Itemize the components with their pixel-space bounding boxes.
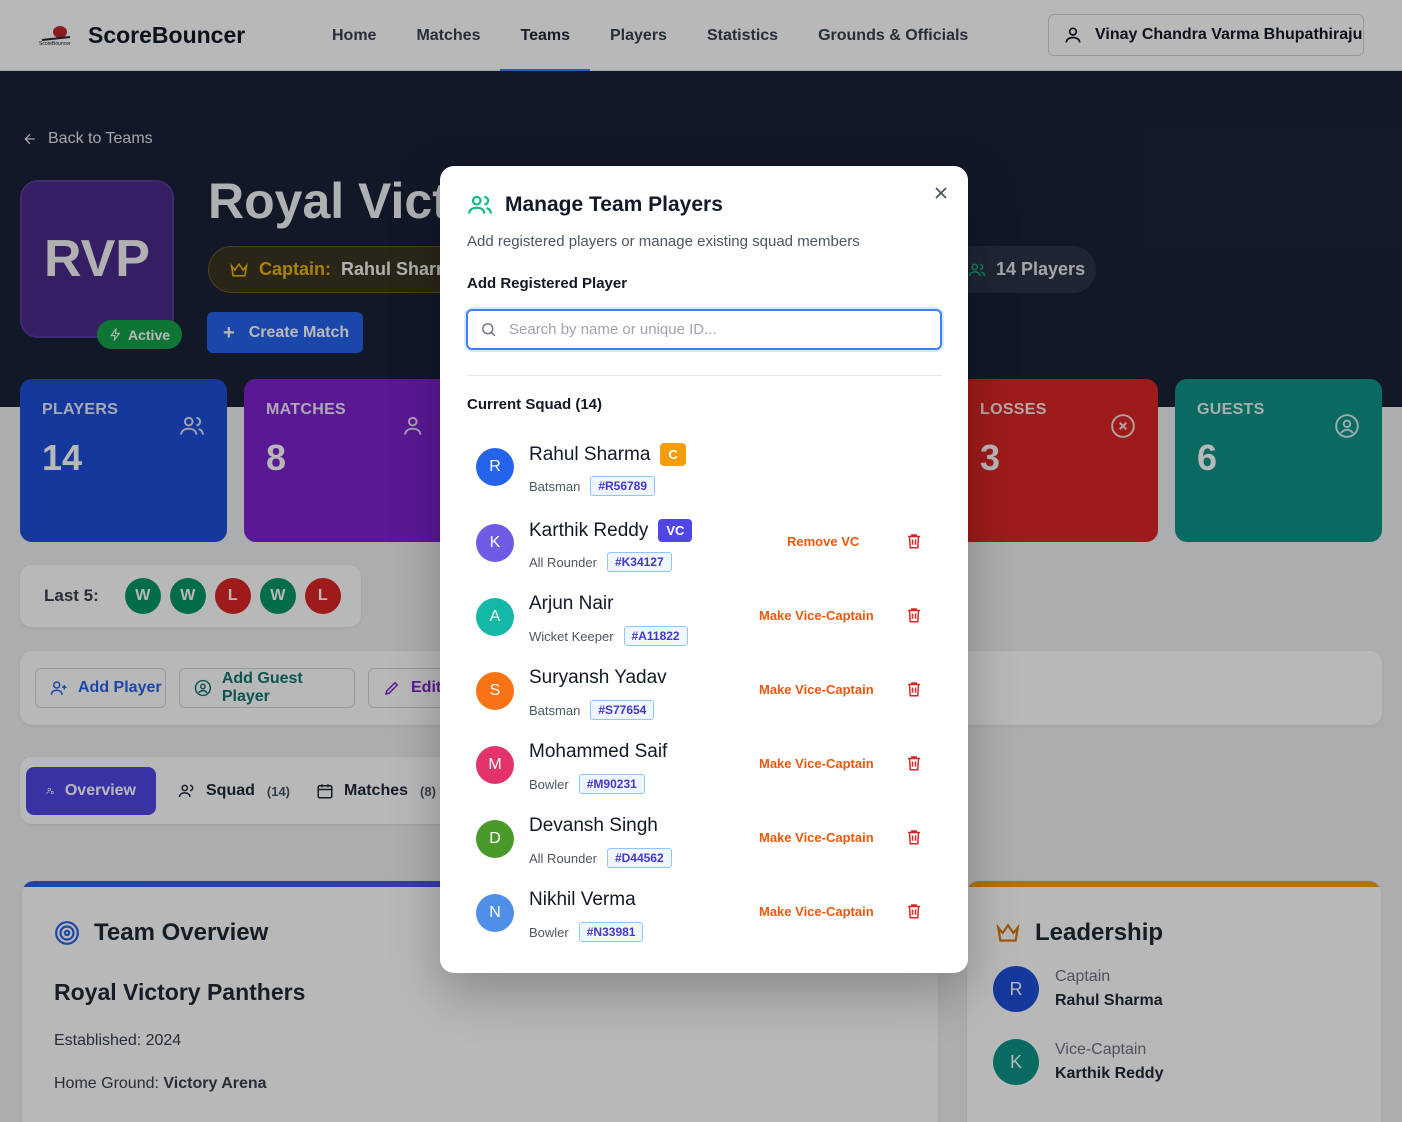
player-name: Nikhil Verma <box>529 889 636 910</box>
modal-title: Manage Team Players <box>467 192 723 218</box>
close-modal-button[interactable] <box>930 182 952 204</box>
add-player-field-label: Add Registered Player <box>467 275 628 292</box>
trash-icon[interactable] <box>905 532 923 550</box>
avatar: M <box>476 746 514 784</box>
close-icon <box>935 187 947 199</box>
player-name-line: Mohammed Saif <box>529 741 667 763</box>
make-vice-captain-button[interactable]: Make Vice-Captain <box>759 682 874 697</box>
player-role: Batsman <box>529 702 581 718</box>
player-name-line: Arjun Nair <box>529 593 613 615</box>
avatar: N <box>476 894 514 932</box>
users-icon <box>468 195 492 214</box>
player-meta: All Rounder #K34127 <box>529 552 672 572</box>
player-search-box <box>466 309 942 350</box>
player-role: All Rounder <box>529 850 597 866</box>
trash-icon[interactable] <box>905 606 923 624</box>
avatar: R <box>476 448 514 486</box>
player-meta: All Rounder #D44562 <box>529 848 672 868</box>
modal-subtitle: Add registered players or manage existin… <box>467 233 860 250</box>
modal-title-text: Manage Team Players <box>505 193 723 216</box>
player-id-badge: #K34127 <box>606 552 672 572</box>
avatar: K <box>476 524 514 562</box>
player-meta: Wicket Keeper #A11822 <box>529 626 688 646</box>
avatar: S <box>476 672 514 710</box>
player-name: Karthik Reddy <box>529 519 649 541</box>
divider <box>467 375 942 376</box>
squad-player-row: D Devansh Singh All Rounder #D44562 Make… <box>467 809 942 869</box>
player-meta: Batsman #S77654 <box>529 700 655 720</box>
player-name: Arjun Nair <box>529 593 614 614</box>
player-meta: Bowler #N33981 <box>529 922 644 942</box>
manage-team-players-modal: Manage Team Players Add registered playe… <box>440 166 968 973</box>
squad-player-row: R Rahul Sharma C Batsman #R56789 <box>467 437 942 497</box>
captain-badge: C <box>660 443 686 466</box>
player-name: Suryansh Yadav <box>529 667 667 688</box>
avatar: A <box>476 598 514 636</box>
make-vice-captain-button[interactable]: Make Vice-Captain <box>759 904 874 919</box>
player-id-badge: #N33981 <box>578 922 644 942</box>
player-id-badge: #M90231 <box>578 774 645 794</box>
player-id-badge: #R56789 <box>590 476 656 496</box>
make-vice-captain-button[interactable]: Make Vice-Captain <box>759 608 874 623</box>
squad-player-row: K Karthik Reddy VC All Rounder #K34127 R… <box>467 513 942 573</box>
player-search-input[interactable] <box>509 321 929 338</box>
player-name-line: Devansh Singh <box>529 815 658 837</box>
trash-icon[interactable] <box>905 828 923 846</box>
player-meta: Bowler #M90231 <box>529 774 645 794</box>
squad-player-row: A Arjun Nair Wicket Keeper #A11822 Make … <box>467 587 942 647</box>
player-name-line: Suryansh Yadav <box>529 667 667 689</box>
player-id-badge: #D44562 <box>606 848 672 868</box>
make-vice-captain-button[interactable]: Make Vice-Captain <box>759 830 874 845</box>
avatar: D <box>476 820 514 858</box>
player-id-badge: #A11822 <box>623 626 688 646</box>
squad-player-row: S Suryansh Yadav Batsman #S77654 Make Vi… <box>467 661 942 721</box>
player-name: Rahul Sharma <box>529 443 651 465</box>
trash-icon[interactable] <box>905 902 923 920</box>
player-meta: Batsman #R56789 <box>529 476 656 496</box>
remove-vc-button[interactable]: Remove VC <box>787 534 859 549</box>
trash-icon[interactable] <box>905 754 923 772</box>
vice-captain-badge: VC <box>658 519 693 542</box>
squad-player-row: M Mohammed Saif Bowler #M90231 Make Vice… <box>467 735 942 795</box>
player-name-line: Rahul Sharma C <box>529 443 686 466</box>
current-squad-label: Current Squad (14) <box>467 396 603 413</box>
player-name-line: Karthik Reddy VC <box>529 519 693 542</box>
make-vice-captain-button[interactable]: Make Vice-Captain <box>759 756 874 771</box>
trash-icon[interactable] <box>905 680 923 698</box>
player-name-line: Nikhil Verma <box>529 889 636 911</box>
player-role: Bowler <box>529 776 569 792</box>
player-role: Wicket Keeper <box>529 628 614 644</box>
player-name: Mohammed Saif <box>529 741 668 762</box>
player-id-badge: #S77654 <box>590 700 655 720</box>
player-role: Batsman <box>529 478 581 494</box>
player-role: Bowler <box>529 924 569 940</box>
search-icon <box>482 323 496 337</box>
player-name: Devansh Singh <box>529 815 658 836</box>
squad-player-row: N Nikhil Verma Bowler #N33981 Make Vice-… <box>467 883 942 943</box>
player-role: All Rounder <box>529 554 597 570</box>
